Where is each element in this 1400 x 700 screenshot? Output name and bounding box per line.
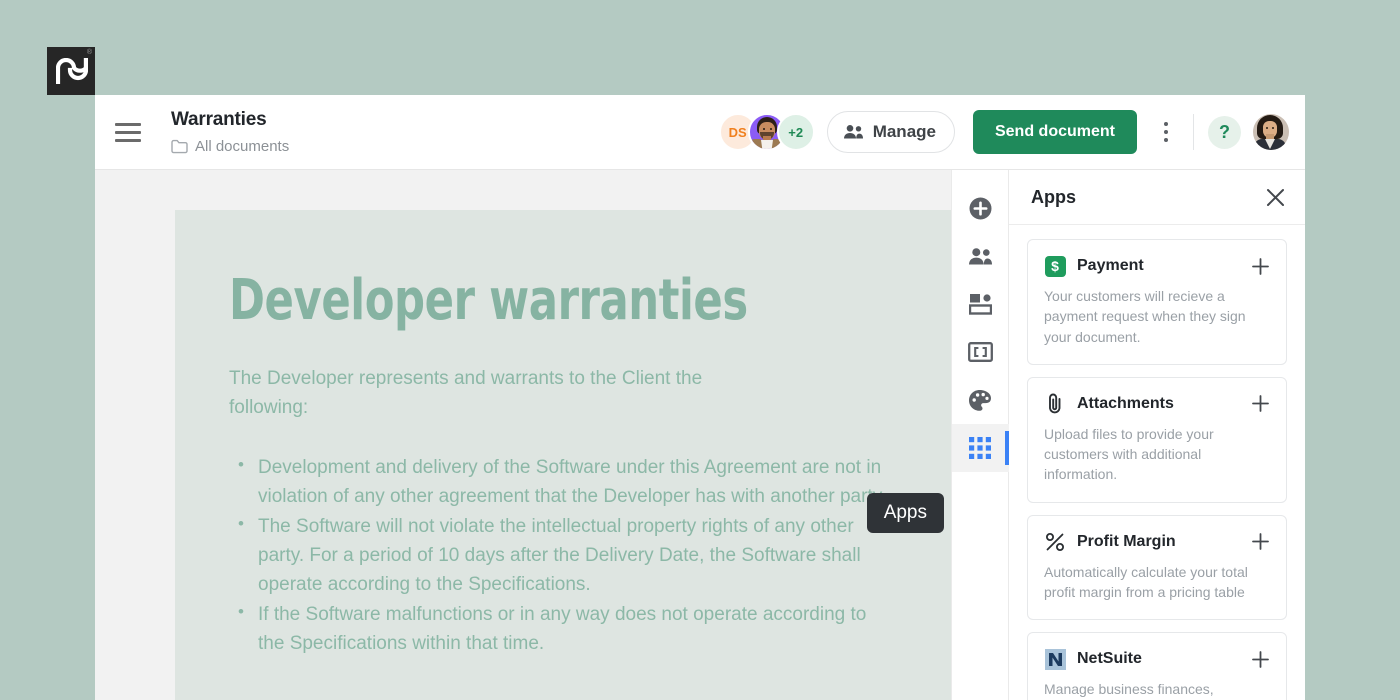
- apps-panel: Apps $ Payment Your customers will recie…: [1008, 170, 1305, 700]
- variables-icon: [967, 342, 993, 362]
- recipients-people-icon: [968, 247, 992, 264]
- workspace: Developer warranties The Developer repre…: [95, 170, 1305, 700]
- app-name: NetSuite: [1077, 650, 1142, 668]
- app-card-payment[interactable]: $ Payment Your customers will recieve a …: [1027, 239, 1287, 365]
- folder-icon: [171, 139, 188, 154]
- app-card-header: Profit Margin: [1044, 531, 1270, 553]
- apps-panel-title: Apps: [1031, 186, 1076, 207]
- help-icon[interactable]: ?: [1208, 115, 1241, 149]
- content-library-icon: [968, 294, 992, 315]
- list-item: Development and delivery of the Software…: [229, 452, 889, 511]
- add-app-button[interactable]: [1251, 394, 1270, 413]
- add-app-button[interactable]: [1251, 257, 1270, 276]
- send-document-button[interactable]: Send document: [972, 110, 1137, 154]
- kebab-menu-icon[interactable]: [1153, 117, 1179, 147]
- registered-mark: ®: [86, 49, 92, 56]
- add-app-button[interactable]: [1251, 532, 1270, 551]
- payment-dollar-icon: $: [1044, 255, 1066, 277]
- plus-circle-icon: [969, 197, 991, 219]
- rail-item-theme[interactable]: [952, 376, 1009, 424]
- document-editor: Developer warranties The Developer repre…: [95, 170, 951, 700]
- pandadoc-logo-mark: [56, 58, 88, 84]
- close-icon[interactable]: [1266, 188, 1285, 207]
- document-heading: Developer warranties: [229, 268, 748, 333]
- netsuite-logo-icon: [1044, 648, 1066, 670]
- editor-tool-rail: [951, 170, 1009, 700]
- avatar[interactable]: [1253, 114, 1289, 150]
- breadcrumb[interactable]: All documents: [171, 138, 289, 155]
- add-app-button[interactable]: [1251, 650, 1270, 669]
- plus-icon: [1252, 533, 1269, 551]
- app-window: Warranties All documents DS +2 Manage Se…: [95, 95, 1305, 700]
- plus-icon: [1252, 650, 1269, 668]
- apps-grid-icon: [969, 437, 991, 459]
- list-item: If the Software malfunctions or in any w…: [229, 599, 889, 658]
- rail-item-apps[interactable]: [951, 424, 1009, 472]
- rail-item-variables[interactable]: [952, 328, 1009, 376]
- plus-icon: [1252, 395, 1269, 413]
- paperclip-icon: [1044, 393, 1066, 415]
- app-card-header: $ Payment: [1044, 255, 1270, 277]
- app-card-attachments[interactable]: Attachments Upload files to provide your…: [1027, 376, 1287, 503]
- people-icon: [843, 125, 863, 139]
- apps-tooltip: Apps: [866, 493, 944, 533]
- document-lead-paragraph: The Developer represents and warrants to…: [229, 367, 703, 418]
- app-description: Upload files to provide your customers w…: [1044, 425, 1214, 483]
- theme-palette-icon: [969, 389, 991, 411]
- app-name: Profit Margin: [1077, 532, 1176, 550]
- divider: [1193, 114, 1194, 150]
- percent-icon: [1044, 531, 1066, 553]
- hamburger-icon[interactable]: [115, 122, 171, 142]
- app-card-netsuite[interactable]: NetSuite Manage business finances, opera…: [1027, 632, 1287, 700]
- pandadoc-logo: ®: [47, 47, 95, 95]
- rail-item-recipients[interactable]: [952, 232, 1009, 280]
- plus-icon: [1252, 257, 1269, 275]
- manage-button[interactable]: Manage: [826, 111, 955, 153]
- app-description: Your customers will recieve a payment re…: [1044, 288, 1246, 345]
- rail-item-content-library[interactable]: [952, 280, 1009, 328]
- list-item: The Software will not violate the intell…: [229, 511, 889, 599]
- apps-panel-header: Apps: [1009, 170, 1305, 225]
- rail-item-add[interactable]: [952, 184, 1009, 232]
- document-bullet-list: Development and delivery of the Software…: [229, 452, 889, 658]
- avatar-stack[interactable]: DS +2: [718, 113, 815, 151]
- app-description: Manage business finances, operations, an…: [1044, 681, 1214, 698]
- page-title: Warranties: [171, 109, 267, 131]
- app-card-header: Attachments: [1044, 393, 1270, 415]
- manage-label: Manage: [872, 122, 936, 141]
- app-card-profit-margin[interactable]: Profit Margin Automatically calculate yo…: [1027, 514, 1287, 621]
- app-card-header: NetSuite: [1044, 648, 1270, 670]
- document-title-block: Warranties All documents: [171, 109, 289, 155]
- document-page[interactable]: Developer warranties The Developer repre…: [175, 210, 951, 700]
- avatar-overflow[interactable]: +2: [776, 113, 815, 151]
- top-bar-actions: DS +2 Manage Send document ?: [718, 110, 1289, 154]
- app-name: Payment: [1077, 257, 1144, 274]
- apps-list: $ Payment Your customers will recieve a …: [1009, 225, 1305, 700]
- top-bar: Warranties All documents DS +2 Manage Se…: [95, 95, 1305, 170]
- breadcrumb-label: All documents: [195, 137, 290, 155]
- app-description: Automatically calculate your total profi…: [1044, 563, 1248, 601]
- app-name: Attachments: [1077, 394, 1174, 412]
